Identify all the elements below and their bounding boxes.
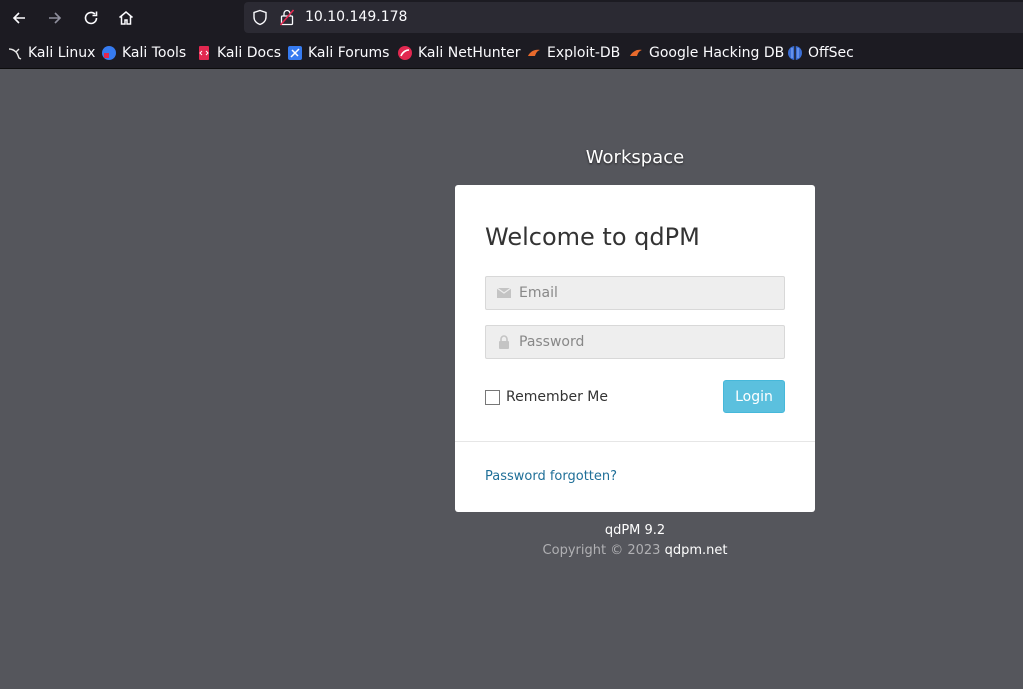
email-placeholder: Email — [519, 285, 558, 301]
bookmarks-bar: Kali Linux Kali Tools Kali Docs Kali For… — [0, 36, 1023, 69]
password-forgotten-link[interactable]: Password forgotten? — [485, 469, 617, 484]
qdpm-site-link[interactable]: qdpm.net — [665, 543, 728, 558]
page-title: Welcome to qdPM — [485, 223, 700, 251]
bookmark-label: OffSec — [808, 45, 854, 61]
home-button[interactable] — [112, 4, 140, 32]
version-text: qdPM 9.2 — [604, 523, 666, 538]
back-button[interactable] — [5, 4, 33, 32]
bookmark-label: Kali NetHunter — [418, 45, 521, 61]
kali-docs-icon — [199, 46, 209, 60]
forward-button[interactable] — [41, 4, 69, 32]
insecure-lock-icon[interactable] — [280, 9, 294, 26]
bookmark-google-hacking-db[interactable]: Google Hacking DB — [628, 44, 784, 62]
bookmark-kali-linux[interactable]: Kali Linux — [7, 44, 95, 62]
bookmark-kali-tools[interactable]: Kali Tools — [101, 44, 186, 62]
login-card: Welcome to qdPM Email Password Remember … — [455, 185, 815, 512]
password-placeholder: Password — [519, 334, 585, 350]
divider — [455, 441, 815, 442]
bookmark-kali-docs[interactable]: Kali Docs — [196, 44, 281, 62]
kali-forums-icon — [288, 46, 302, 60]
bookmark-label: Kali Docs — [217, 45, 282, 61]
arrow-right-icon — [49, 12, 62, 24]
kali-tools-icon — [102, 46, 116, 60]
copyright: Copyright © 2023 qdpm.net — [455, 543, 815, 558]
login-button[interactable]: Login — [723, 380, 785, 413]
bookmark-label: Google Hacking DB — [649, 45, 785, 61]
reload-button[interactable] — [77, 4, 105, 32]
footer: qdPM 9.2 Copyright © 2023 qdpm.net — [455, 523, 815, 558]
url-bar[interactable]: 10.10.149.178 — [244, 2, 1023, 33]
email-field[interactable]: Email — [485, 276, 785, 310]
remember-label: Remember Me — [506, 389, 608, 405]
remember-me[interactable]: Remember Me — [485, 389, 608, 405]
bookmark-offsec[interactable]: OffSec — [787, 44, 854, 62]
arrow-left-icon — [12, 12, 25, 24]
bookmark-label: Kali Tools — [122, 45, 187, 61]
browser-toolbar: 10.10.149.178 — [0, 0, 1023, 36]
exploit-db-icon — [528, 49, 540, 56]
bookmark-exploit-db[interactable]: Exploit-DB — [526, 44, 620, 62]
bookmark-label: Kali Forums — [308, 45, 390, 61]
url-text[interactable]: 10.10.149.178 — [305, 9, 407, 26]
envelope-icon — [496, 287, 512, 298]
kali-dragon-icon — [8, 48, 22, 60]
kali-nethunter-icon — [398, 46, 412, 60]
workspace-title: Workspace — [585, 147, 685, 168]
bookmark-label: Kali Linux — [28, 45, 96, 61]
lock-icon — [499, 335, 509, 349]
ghdb-icon — [630, 49, 642, 56]
shield-icon[interactable] — [252, 9, 268, 26]
remember-checkbox[interactable] — [485, 389, 500, 405]
bookmark-kali-nethunter[interactable]: Kali NetHunter — [397, 44, 520, 62]
bookmark-kali-forums[interactable]: Kali Forums — [287, 44, 389, 62]
offsec-icon — [788, 46, 802, 60]
password-field[interactable]: Password — [485, 325, 785, 359]
bookmark-label: Exploit-DB — [547, 45, 621, 61]
home-icon — [119, 11, 133, 25]
reload-icon — [84, 11, 98, 25]
copyright-text: Copyright © 2023 — [542, 543, 661, 558]
